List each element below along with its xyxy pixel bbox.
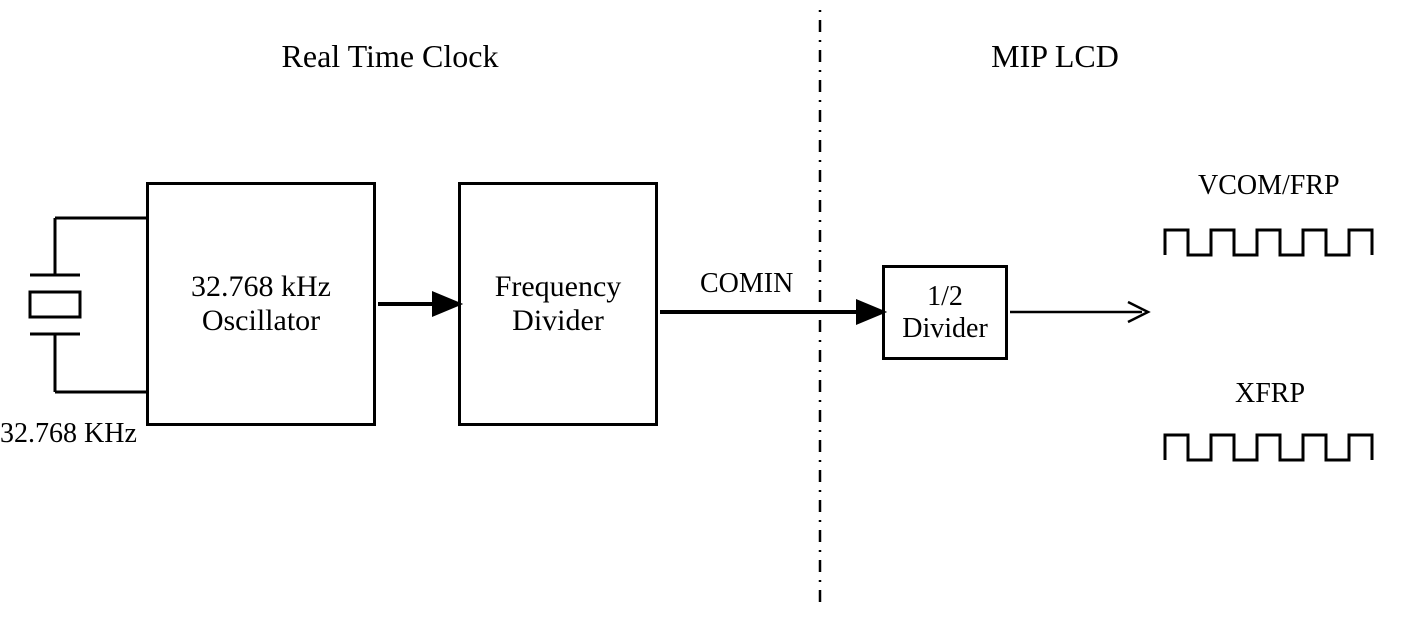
oscillator-line2: Oscillator: [202, 304, 320, 338]
xfrp-label: XFRP: [1235, 378, 1305, 410]
section-title-rtc: Real Time Clock: [240, 38, 540, 75]
oscillator-line1: 32.768 kHz: [191, 270, 331, 304]
comin-signal-label: COMIN: [700, 268, 793, 300]
half-divider-line2: Divider: [902, 313, 988, 345]
freq-divider-line2: Divider: [512, 304, 604, 338]
vcom-frp-label: VCOM/FRP: [1198, 170, 1340, 202]
freq-divider-block: Frequency Divider: [458, 182, 658, 426]
freq-divider-line1: Frequency: [495, 270, 622, 304]
arrow-half-to-out: [1010, 302, 1148, 322]
crystal-icon: [30, 218, 148, 392]
half-divider-block: 1/2 Divider: [882, 265, 1008, 360]
vcom-frp-waveform: [1165, 230, 1372, 255]
section-title-mip: MIP LCD: [955, 38, 1155, 75]
arrow-div-to-half: [660, 302, 882, 322]
oscillator-block: 32.768 kHz Oscillator: [146, 182, 376, 426]
arrow-osc-to-div: [378, 294, 458, 314]
crystal-freq-label: 32.768 KHz: [0, 418, 137, 450]
half-divider-line1: 1/2: [927, 281, 963, 313]
xfrp-waveform: [1165, 435, 1372, 460]
